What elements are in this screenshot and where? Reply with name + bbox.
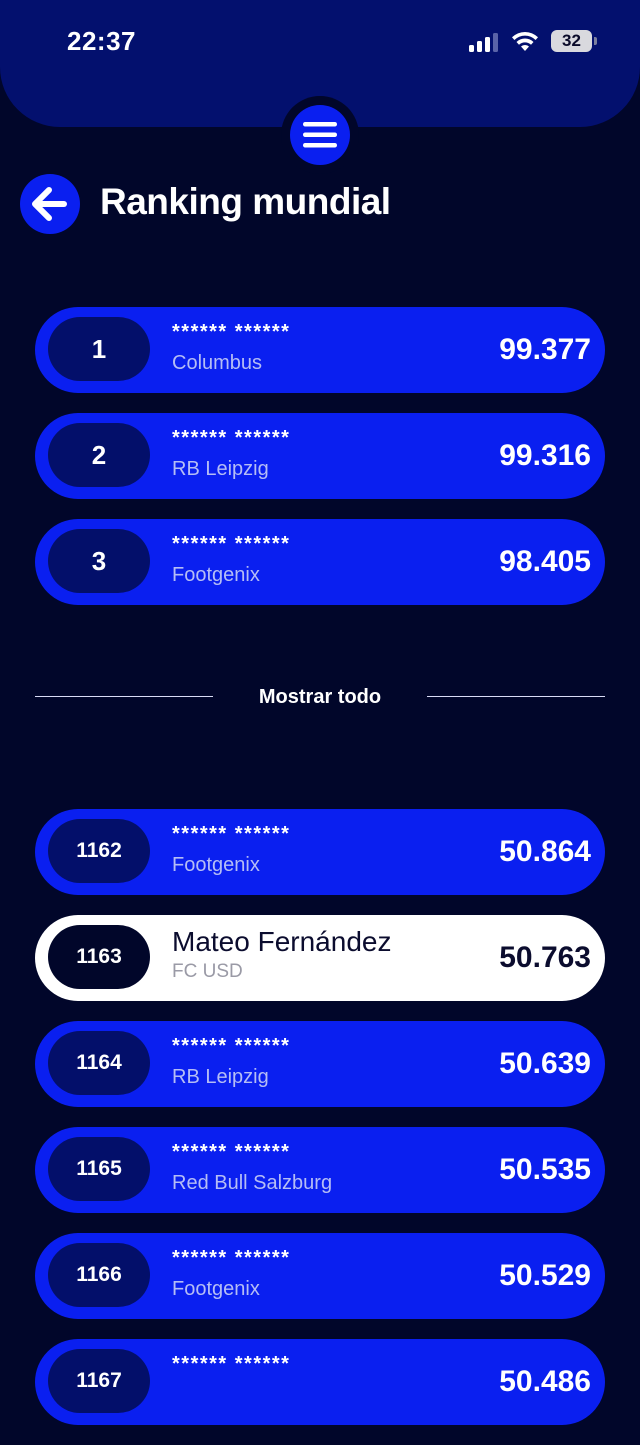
ranking-row[interactable]: 1166 ****** ****** Footgenix 50.529 (35, 1233, 605, 1319)
rank-badge: 1163 (48, 925, 150, 989)
player-name: ****** ****** (172, 1141, 291, 1163)
score-value: 50.639 (499, 1047, 591, 1080)
club-name: FC USD (172, 961, 243, 982)
player-name: ****** ****** (172, 1035, 291, 1057)
menu-button[interactable] (281, 96, 359, 174)
signal-icon (469, 33, 498, 52)
rank-badge: 2 (48, 423, 150, 487)
show-all-link[interactable]: Mostrar todo (35, 684, 605, 710)
player-name: ****** ****** (172, 321, 291, 343)
player-name: Mateo Fernández (172, 926, 392, 957)
rank-badge: 1166 (48, 1243, 150, 1307)
club-name: Footgenix (172, 1278, 260, 1300)
battery-tip (594, 37, 597, 45)
arrow-left-icon (32, 187, 67, 221)
score-value: 99.377 (499, 333, 591, 366)
ranking-row[interactable]: 1165 ****** ****** Red Bull Salzburg 50.… (35, 1127, 605, 1213)
rank-badge: 1167 (48, 1349, 150, 1413)
player-name: ****** ****** (172, 1247, 291, 1269)
score-value: 50.864 (499, 835, 591, 868)
ranking-row[interactable]: 1162 ****** ****** Footgenix 50.864 (35, 809, 605, 895)
ranking-row[interactable]: 1 ****** ****** Columbus 99.377 (35, 307, 605, 393)
club-name: RB Leipzig (172, 458, 269, 480)
ranking-row[interactable]: 1164 ****** ****** RB Leipzig 50.639 (35, 1021, 605, 1107)
score-value: 98.405 (499, 545, 591, 578)
rank-badge: 1162 (48, 819, 150, 883)
nearby-rankings-list: 1162 ****** ****** Footgenix 50.864 1163… (35, 809, 605, 1445)
divider-line (427, 696, 605, 697)
rank-badge: 3 (48, 529, 150, 593)
menu-button-face[interactable] (290, 105, 350, 165)
ranking-row[interactable]: 3 ****** ****** Footgenix 98.405 (35, 519, 605, 605)
club-name: Red Bull Salzburg (172, 1172, 333, 1194)
player-name: ****** ****** (172, 1353, 291, 1375)
score-value: 50.529 (499, 1259, 591, 1292)
score-value: 50.763 (499, 941, 591, 974)
battery-icon: 32 (551, 30, 597, 54)
rank-badge: 1165 (48, 1137, 150, 1201)
player-name: ****** ****** (172, 823, 291, 845)
top-rankings-list: 1 ****** ****** Columbus 99.377 2 ******… (35, 307, 605, 625)
page-title: Ranking mundial (100, 181, 391, 222)
current-user-row[interactable]: 1163 Mateo Fernández FC USD 50.763 (35, 915, 605, 1001)
club-name: RB Leipzig (172, 1066, 269, 1088)
player-name: ****** ****** (172, 533, 291, 555)
rank-badge: 1164 (48, 1031, 150, 1095)
wifi-icon (512, 31, 538, 51)
club-name: Columbus (172, 352, 263, 374)
score-value: 50.535 (499, 1153, 591, 1186)
status-time: 22:37 (67, 26, 136, 56)
player-name: ****** ****** (172, 427, 291, 449)
club-name: Footgenix (172, 564, 260, 586)
score-value: 50.486 (499, 1365, 591, 1398)
club-name: Footgenix (172, 854, 260, 876)
hamburger-menu-icon (303, 122, 337, 148)
back-button[interactable] (20, 174, 80, 234)
ranking-row[interactable]: 2 ****** ****** RB Leipzig 99.316 (35, 413, 605, 499)
rank-badge: 1 (48, 317, 150, 381)
score-value: 99.316 (499, 439, 591, 472)
show-all-divider: Mostrar todo (35, 684, 605, 710)
battery-level: 32 (551, 30, 592, 52)
ranking-row[interactable]: 1167 ****** ****** 50.486 (35, 1339, 605, 1425)
